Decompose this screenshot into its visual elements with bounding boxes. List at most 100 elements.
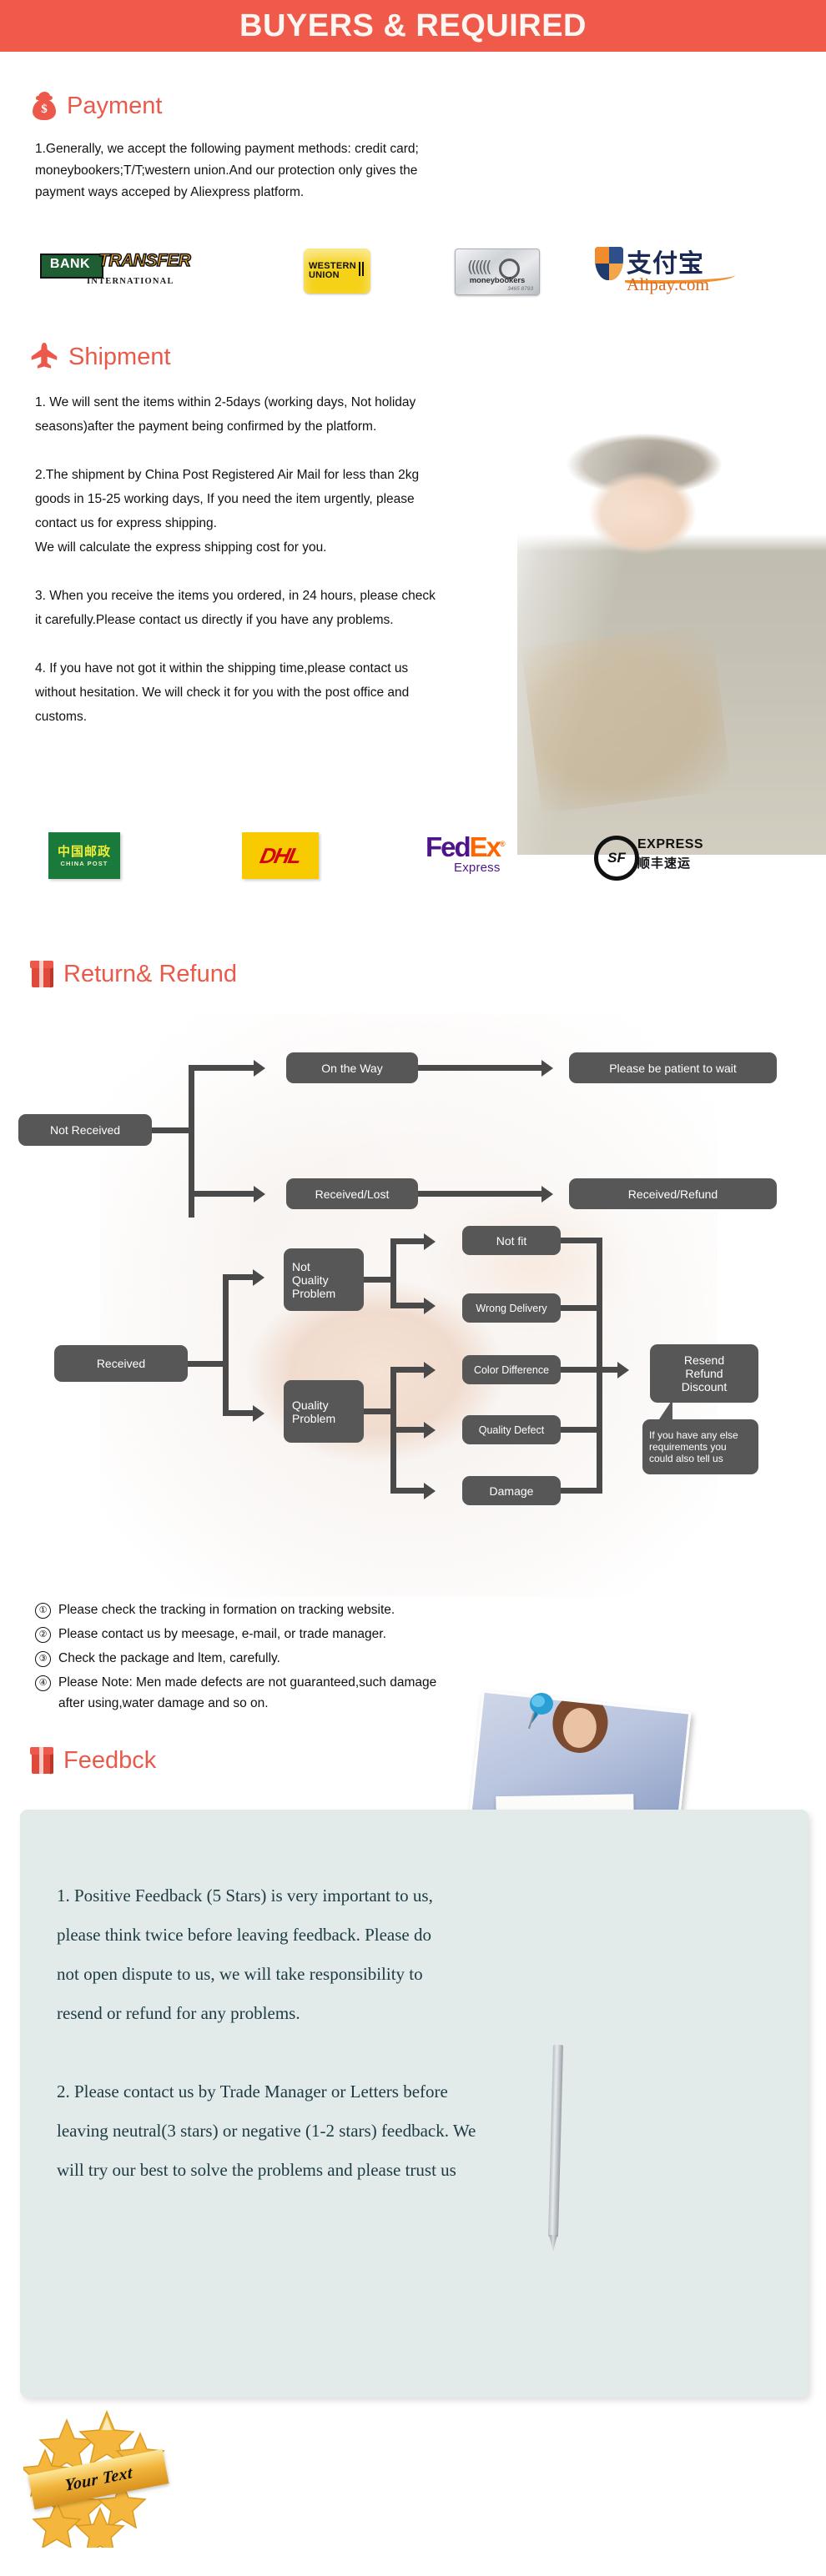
page-title: BUYERS & REQUIRED	[239, 8, 587, 43]
pushpin-icon	[524, 1691, 557, 1731]
flow-connector	[223, 1274, 229, 1416]
western-union-line2: UNION	[308, 270, 340, 280]
dhl-logo: DHL	[242, 832, 319, 879]
section-label-shipment: Shipment	[68, 343, 171, 370]
flow-connector	[561, 1305, 602, 1311]
money-bag-icon: $	[32, 92, 57, 120]
payment-body-text: 1.Generally, we accept the following pay…	[35, 142, 419, 199]
flow-arrow	[617, 1362, 629, 1378]
flow-connector	[561, 1488, 602, 1494]
flow-connector	[223, 1410, 256, 1416]
bank-transfer-secondary: TRANSFER	[98, 250, 191, 271]
bank-transfer-logo: BANK TRANSFER INTERNATIONAL	[40, 250, 192, 294]
note-row: ③ Check the package and ltem, carefully.	[35, 1648, 803, 1669]
moneybookers-number: 3465 8793	[507, 286, 533, 292]
western-union-logo: WESTERN UNION	[304, 249, 370, 294]
note-number: ④	[35, 1675, 51, 1691]
flow-connector	[561, 1427, 602, 1433]
flow-node-else-requirements: If you have any else requirements you co…	[642, 1419, 758, 1474]
flow-connector	[223, 1274, 256, 1280]
flow-node-not-fit: Not fit	[462, 1226, 561, 1255]
note-number: ①	[35, 1603, 51, 1619]
note-row: ① Please check the tracking in formation…	[35, 1599, 803, 1620]
flow-connector	[390, 1303, 427, 1308]
flow-connector	[418, 1191, 543, 1197]
flow-arrow	[424, 1422, 436, 1439]
gift-box-icon	[30, 961, 53, 988]
flow-node-not-quality-problem: Not Quality Problem	[284, 1248, 364, 1311]
flow-connector	[390, 1238, 396, 1308]
note-row: ② Please contact us by meesage, e-mail, …	[35, 1624, 803, 1645]
section-heading-return-refund: Return& Refund	[30, 960, 237, 988]
shipment-body-text: 1. We will sent the items within 2-5days…	[35, 395, 436, 724]
moneybookers-arcs-icon: ((((((	[467, 258, 492, 276]
sf-express-cn: 顺丰速运	[637, 856, 692, 871]
flow-node-damage: Damage	[462, 1476, 561, 1505]
flow-arrow	[424, 1233, 436, 1250]
flow-connector	[152, 1127, 194, 1133]
western-union-bars-icon	[359, 262, 365, 280]
bank-transfer-tertiary: INTERNATIONAL	[87, 277, 174, 286]
section-heading-shipment: Shipment	[30, 342, 171, 372]
moneybookers-logo: (((((( moneybookers 3465 8793	[455, 249, 540, 295]
fedex-logo: FedEx® Express	[426, 831, 517, 881]
flow-node-received-lost: Received/Lost	[286, 1178, 418, 1209]
fedex-registered-mark: ®	[500, 840, 505, 848]
flow-node-received: Received	[54, 1345, 188, 1382]
flow-node-color-difference: Color Difference	[462, 1355, 561, 1384]
china-post-cn: 中国邮政	[57, 843, 111, 859]
section-label-return-refund: Return& Refund	[63, 960, 237, 987]
alipay-logo: 支付宝 Alipay.com	[595, 244, 737, 294]
china-post-en: CHINA POST	[60, 859, 108, 867]
note-text: Please Note: Men made defects are not gu…	[58, 1675, 437, 1710]
return-refund-notes: ① Please check the tracking in formation…	[35, 1599, 803, 1717]
page-header-bar: BUYERS & REQUIRED	[0, 0, 826, 52]
flow-node-quality-defect: Quality Defect	[462, 1415, 561, 1444]
note-row: ④ Please Note: Men made defects are not …	[35, 1672, 803, 1714]
flow-arrow	[254, 1060, 265, 1077]
bank-transfer-primary: BANK	[49, 257, 91, 271]
flow-arrow	[253, 1269, 264, 1286]
sf-badge-icon: SF	[594, 836, 639, 881]
fedex-ex: Ex	[469, 831, 501, 862]
dhl-label: DHL	[258, 842, 304, 868]
star-badge-text: Your Text	[63, 2463, 133, 2495]
flow-arrow	[541, 1060, 553, 1077]
flow-connector	[418, 1065, 543, 1071]
flow-arrow	[424, 1362, 436, 1378]
flow-connector	[390, 1367, 427, 1373]
alipay-shield-icon	[595, 247, 623, 280]
sf-express-en: EXPRESS	[637, 837, 704, 851]
fedex-fed: Fed	[426, 831, 471, 862]
feedback-panel-text: 1. Positive Feedback (5 Stars) is very i…	[57, 1886, 476, 2180]
sf-express-logo: SF EXPRESS 顺丰速运	[594, 834, 719, 881]
flow-node-resend-refund-discount: Resend Refund Discount	[650, 1344, 758, 1403]
flow-connector	[390, 1238, 427, 1244]
section-label-feedback: Feedbck	[63, 1746, 157, 1774]
note-text: Check the package and ltem, carefully.	[58, 1651, 280, 1665]
flow-connector	[390, 1488, 427, 1494]
fedex-sub: Express	[454, 861, 501, 875]
note-text: Please check the tracking in formation o…	[58, 1603, 395, 1617]
star-badge: Your Text	[20, 2402, 174, 2556]
return-refund-flowchart: Not Received On the Way Please be patien…	[0, 1034, 826, 1601]
flow-connector	[189, 1191, 255, 1197]
flow-connector	[390, 1427, 427, 1433]
flow-node-not-received: Not Received	[18, 1114, 152, 1146]
flow-node-received-refund: Received/Refund	[569, 1178, 777, 1209]
gift-box-icon	[30, 1747, 53, 1775]
flow-node-quality-problem: Quality Problem	[284, 1380, 364, 1443]
flow-node-wrong-delivery: Wrong Delivery	[462, 1293, 561, 1323]
flow-arrow	[541, 1186, 553, 1203]
note-number: ③	[35, 1651, 51, 1667]
airplane-icon	[30, 342, 58, 372]
note-text: Please contact us by meesage, e-mail, or…	[58, 1627, 386, 1641]
flow-connector	[189, 1065, 255, 1071]
china-post-logo: 中国邮政 CHINA POST	[48, 832, 120, 879]
note-number: ②	[35, 1627, 51, 1643]
section-heading-payment: $ Payment	[32, 92, 162, 120]
flow-node-please-wait: Please be patient to wait	[569, 1052, 777, 1083]
alipay-latin: Alipay.com	[627, 274, 710, 294]
flow-connector	[561, 1367, 621, 1373]
flow-node-on-the-way: On the Way	[286, 1052, 418, 1083]
